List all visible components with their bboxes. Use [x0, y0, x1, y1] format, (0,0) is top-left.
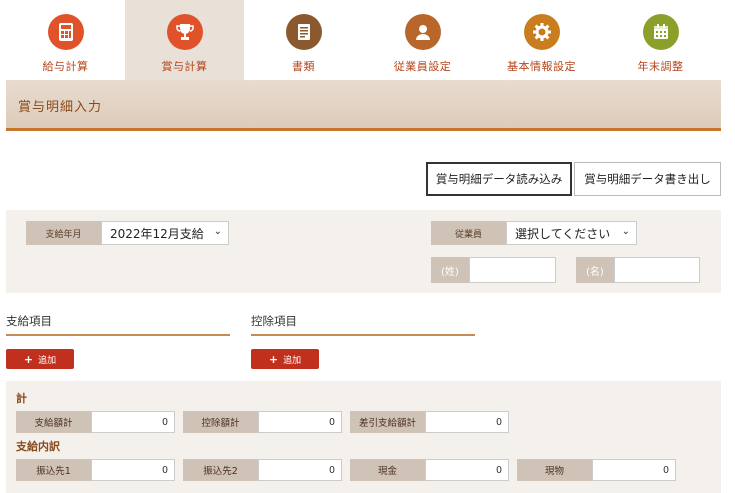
tab-basic-settings[interactable]: 基本情報設定 — [482, 0, 601, 80]
user-icon — [404, 14, 441, 50]
gear-icon — [523, 14, 560, 50]
page-title: 賞与明細入力 — [18, 100, 103, 115]
pay-month-select[interactable]: 2022年12月支給 ⌄ — [101, 221, 229, 245]
page-header: 賞与明細入力 — [6, 80, 721, 131]
tab-bonus-calculation[interactable]: 賞与計算 — [125, 0, 244, 80]
tab-label: 年末調整 — [637, 60, 684, 73]
total-payment-value: 0 — [91, 411, 175, 433]
breakdown-heading: 支給内訳 — [16, 440, 60, 453]
chevron-down-icon: ⌄ — [213, 226, 222, 237]
net-payment-value: 0 — [425, 411, 509, 433]
pay-month-value: 2022年12月支給 — [110, 226, 204, 241]
last-name-label: (姓) — [431, 257, 469, 283]
net-payment-label: 差引支給額計 — [350, 411, 425, 433]
divider — [251, 334, 475, 336]
employee-value: 選択してください — [515, 226, 611, 241]
totals-panel: 計 支給額計 0 控除額計 0 差引支給額計 0 支給内訳 振込先1 0 振込先… — [6, 381, 721, 493]
total-deduction-value: 0 — [258, 411, 342, 433]
transfer-2-label: 振込先2 — [183, 459, 258, 481]
export-bonus-data-button[interactable]: 賞与明細データ書き出し — [574, 162, 721, 196]
add-label: 追加 — [38, 355, 57, 366]
transfer-2-value: 0 — [258, 459, 342, 481]
tab-year-end-adjustment[interactable]: 年末調整 — [601, 0, 720, 80]
tab-label: 基本情報設定 — [507, 60, 576, 73]
in-kind-value: 0 — [592, 459, 676, 481]
totals-heading: 計 — [16, 392, 27, 405]
employee-label: 従業員 — [431, 221, 506, 245]
pay-month-label: 支給年月 — [26, 221, 101, 245]
filter-panel: 支給年月 2022年12月支給 ⌄ 従業員 選択してください ⌄ (姓) (名) — [6, 210, 721, 293]
first-name-input[interactable] — [614, 257, 700, 283]
add-deduction-item-button[interactable]: + 追加 — [251, 349, 319, 369]
import-bonus-data-button[interactable]: 賞与明細データ読み込み — [426, 162, 572, 196]
tab-label: 書類 — [292, 60, 315, 73]
plus-icon: + — [23, 352, 34, 366]
transfer-1-value: 0 — [91, 459, 175, 481]
tab-label: 従業員設定 — [393, 60, 452, 73]
calculator-icon — [47, 14, 84, 50]
in-kind-label: 現物 — [517, 459, 592, 481]
tab-salary-calculation[interactable]: 給与計算 — [6, 0, 125, 80]
trophy-icon — [166, 14, 203, 50]
deduction-items-title: 控除項目 — [251, 314, 297, 328]
tab-label: 賞与計算 — [161, 60, 208, 73]
last-name-input[interactable] — [469, 257, 556, 283]
cash-label: 現金 — [350, 459, 425, 481]
total-payment-label: 支給額計 — [16, 411, 91, 433]
first-name-label: (名) — [576, 257, 614, 283]
chevron-down-icon: ⌄ — [621, 226, 630, 237]
top-nav: 給与計算 賞与計算 書類 従業員設定 基本情報設定 年末調整 — [0, 0, 735, 80]
total-deduction-label: 控除額計 — [183, 411, 258, 433]
tab-label: 給与計算 — [42, 60, 89, 73]
transfer-1-label: 振込先1 — [16, 459, 91, 481]
payment-items-title: 支給項目 — [6, 314, 52, 328]
tab-documents[interactable]: 書類 — [244, 0, 363, 80]
tab-employee-settings[interactable]: 従業員設定 — [363, 0, 482, 80]
calendar-icon — [642, 14, 679, 50]
add-label: 追加 — [283, 355, 302, 366]
add-payment-item-button[interactable]: + 追加 — [6, 349, 74, 369]
cash-value: 0 — [425, 459, 509, 481]
employee-select[interactable]: 選択してください ⌄ — [506, 221, 637, 245]
document-icon — [285, 14, 322, 50]
divider — [6, 334, 230, 336]
plus-icon: + — [268, 352, 279, 366]
